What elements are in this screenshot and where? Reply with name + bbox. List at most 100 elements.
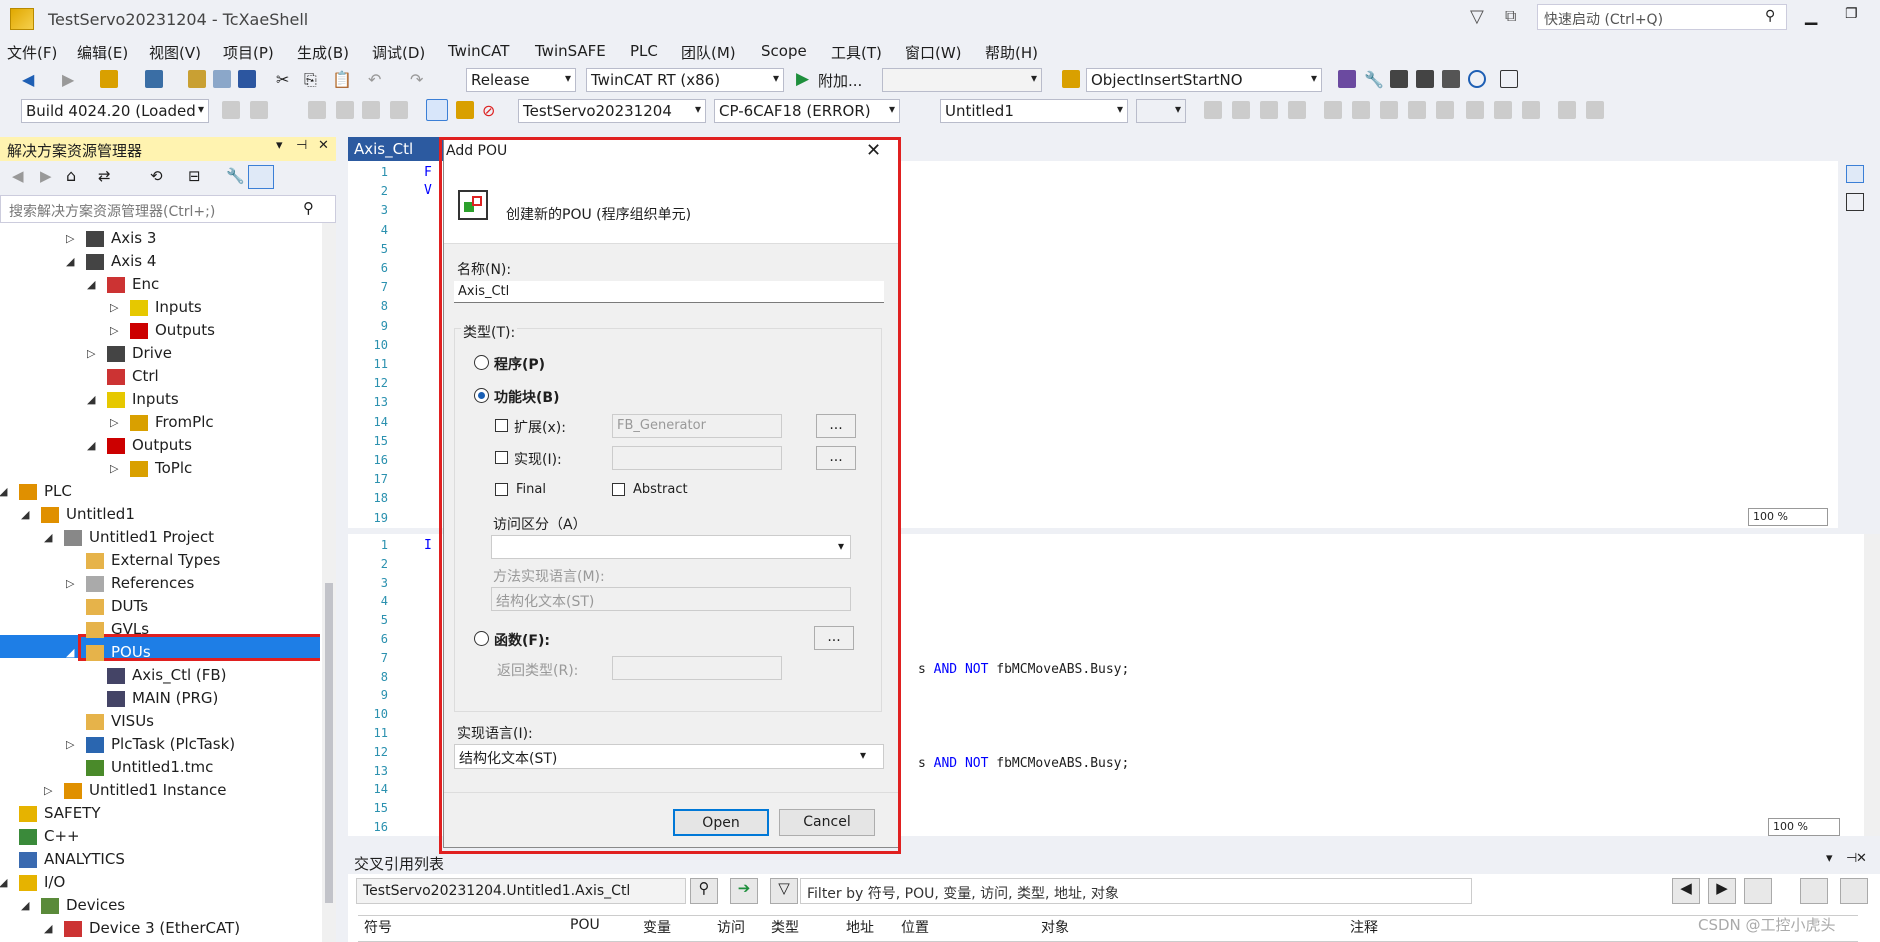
tree-item[interactable]: Axis 3 bbox=[111, 229, 156, 247]
expand-icon[interactable] bbox=[1744, 878, 1772, 904]
history-icon[interactable]: ⟲ bbox=[150, 167, 163, 185]
expand-arrow-icon[interactable]: ▷ bbox=[66, 577, 74, 590]
redo-online-icon[interactable] bbox=[1586, 101, 1604, 119]
collapse-arrow-icon[interactable]: ◢ bbox=[0, 876, 7, 889]
col-pou[interactable]: POU bbox=[570, 917, 600, 933]
tree-item[interactable]: References bbox=[111, 574, 194, 592]
menu-twincat[interactable]: TwinCAT bbox=[448, 42, 509, 60]
tree-item[interactable]: FromPlc bbox=[155, 413, 214, 431]
zoom-bottom[interactable]: 100 % bbox=[1768, 818, 1840, 836]
tree-item[interactable]: I/O bbox=[44, 873, 65, 891]
collapse-arrow-icon[interactable]: ◢ bbox=[87, 393, 95, 406]
step-over-icon[interactable] bbox=[1352, 101, 1370, 119]
tree-item[interactable]: Outputs bbox=[155, 321, 215, 339]
tab-axis-ctl[interactable]: Axis_Ctl bbox=[348, 137, 446, 161]
col-location[interactable]: 位置 bbox=[901, 917, 929, 937]
menu-view[interactable]: 视图(V) bbox=[149, 42, 201, 63]
tree-item[interactable]: DUTs bbox=[111, 597, 148, 615]
col-address[interactable]: 地址 bbox=[846, 917, 874, 937]
xref-filter-input[interactable]: Filter by 符号, POU, 变量, 访问, 类型, 地址, 对象 bbox=[800, 878, 1472, 904]
wrench-icon[interactable]: 🔧 bbox=[1364, 70, 1384, 89]
xref-path-input[interactable]: TestServo20231204.Untitled1.Axis_Ctl bbox=[356, 878, 686, 904]
tree-item[interactable]: Ctrl bbox=[132, 367, 159, 385]
solution-select[interactable]: TestServo20231204 bbox=[518, 99, 706, 123]
configuration-select[interactable]: Release bbox=[466, 68, 576, 92]
dropdown-icon[interactable]: ▾ bbox=[276, 138, 283, 153]
tree-item[interactable]: SAFETY bbox=[44, 804, 101, 822]
tree-item[interactable]: POUs bbox=[111, 643, 151, 661]
undo-icon[interactable]: ↶ bbox=[368, 70, 386, 89]
target-icon[interactable] bbox=[426, 99, 448, 121]
tree-item[interactable]: Inputs bbox=[155, 298, 202, 316]
menu-project[interactable]: 项目(P) bbox=[223, 42, 274, 63]
tree-item[interactable]: Devices bbox=[66, 896, 125, 914]
tree-item[interactable]: VISUs bbox=[111, 712, 154, 730]
forward-icon[interactable]: ▶ bbox=[62, 70, 80, 89]
col-type[interactable]: 类型 bbox=[771, 917, 799, 937]
back-icon[interactable]: ◀ bbox=[22, 70, 40, 89]
print-icon[interactable] bbox=[1840, 878, 1868, 904]
tree-item[interactable]: Untitled1 Instance bbox=[89, 781, 226, 799]
redo-icon[interactable]: ↷ bbox=[410, 70, 428, 89]
toolbox-icon[interactable] bbox=[1416, 70, 1434, 88]
tree-item[interactable]: Enc bbox=[132, 275, 159, 293]
feedback-icon[interactable]: ⧉ bbox=[1505, 6, 1516, 26]
config-mode-icon[interactable] bbox=[362, 101, 380, 119]
stop-icon[interactable] bbox=[1260, 101, 1278, 119]
collapse-arrow-icon[interactable]: ◢ bbox=[44, 922, 52, 935]
console-icon[interactable] bbox=[1500, 70, 1518, 88]
step-into-icon[interactable] bbox=[1324, 101, 1342, 119]
menu-plc[interactable]: PLC bbox=[630, 42, 658, 60]
menu-tools[interactable]: 工具(T) bbox=[831, 42, 882, 63]
close-icon[interactable]: ✕ bbox=[318, 138, 329, 153]
dropdown-icon[interactable]: ▾ bbox=[1826, 851, 1833, 866]
col-access[interactable]: 访问 bbox=[717, 917, 745, 937]
attach-button[interactable]: 附加... bbox=[818, 70, 862, 91]
sync-icon[interactable]: ⇄ bbox=[98, 167, 111, 185]
activate-icon[interactable] bbox=[308, 101, 326, 119]
save-all-icon[interactable] bbox=[238, 70, 256, 88]
go-to-icon[interactable]: ➔ bbox=[730, 878, 758, 904]
home-icon[interactable]: ⌂ bbox=[66, 166, 76, 185]
tree-scrollbar-thumb[interactable] bbox=[325, 583, 333, 903]
new-project-icon[interactable] bbox=[100, 70, 118, 88]
refresh-icon[interactable] bbox=[1468, 70, 1486, 88]
cycle-icon[interactable] bbox=[1408, 101, 1426, 119]
collapse-arrow-icon[interactable]: ◢ bbox=[21, 899, 29, 912]
tree-item[interactable]: C++ bbox=[44, 827, 80, 845]
tree-item[interactable]: GVLs bbox=[111, 620, 149, 638]
project-select[interactable]: Untitled1 bbox=[940, 99, 1128, 123]
login-icon[interactable] bbox=[1204, 101, 1222, 119]
collapse-arrow-icon[interactable]: ◢ bbox=[44, 531, 52, 544]
expand-arrow-icon[interactable]: ▷ bbox=[66, 738, 74, 751]
collapse-arrow-icon[interactable]: ◢ bbox=[87, 278, 95, 291]
logout-icon[interactable] bbox=[1288, 101, 1306, 119]
tree-item[interactable]: ANALYTICS bbox=[44, 850, 125, 868]
menu-team[interactable]: 团队(M) bbox=[681, 42, 736, 63]
col-comment[interactable]: 注释 bbox=[1350, 917, 1378, 937]
menu-help[interactable]: 帮助(H) bbox=[985, 42, 1038, 63]
tree-item[interactable]: Device 3 (EtherCAT) bbox=[89, 919, 240, 937]
tool-icon-3[interactable] bbox=[1390, 70, 1408, 88]
copy-icon[interactable]: ⎘ bbox=[304, 70, 322, 89]
menu-window[interactable]: 窗口(W) bbox=[905, 42, 962, 63]
open-icon[interactable] bbox=[188, 70, 206, 88]
run-icon[interactable] bbox=[1232, 101, 1250, 119]
tree-item[interactable]: PlcTask (PlcTask) bbox=[111, 735, 235, 753]
add-item-icon[interactable] bbox=[145, 70, 163, 88]
build-select[interactable]: Build 4024.20 (Loaded bbox=[21, 99, 209, 123]
expand-arrow-icon[interactable]: ▷ bbox=[66, 232, 74, 245]
object-select[interactable]: ObjectInsertStartNO bbox=[1086, 68, 1322, 92]
collapse-arrow-icon[interactable]: ◢ bbox=[87, 439, 95, 452]
config-icon[interactable] bbox=[250, 101, 268, 119]
tree-item[interactable]: Untitled1 Project bbox=[89, 528, 214, 546]
grid-icon[interactable] bbox=[222, 101, 240, 119]
properties-icon[interactable]: 🔧 bbox=[226, 167, 245, 185]
empty-select-2[interactable] bbox=[1136, 99, 1186, 123]
expand-arrow-icon[interactable]: ▷ bbox=[110, 416, 118, 429]
collapse-arrow-icon[interactable]: ◢ bbox=[0, 485, 7, 498]
restart-icon[interactable] bbox=[336, 101, 354, 119]
menu-edit[interactable]: 编辑(E) bbox=[77, 42, 128, 63]
tool-icon-1[interactable] bbox=[1338, 70, 1356, 88]
col-object[interactable]: 对象 bbox=[1041, 917, 1069, 937]
